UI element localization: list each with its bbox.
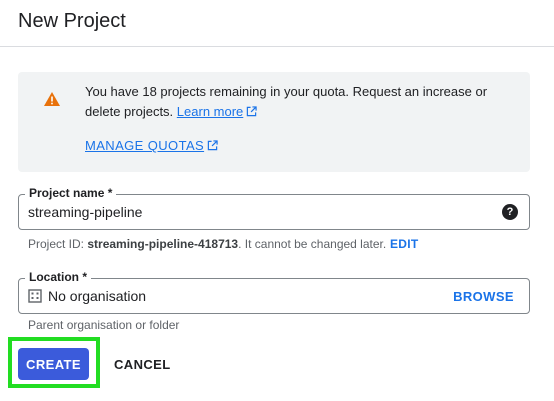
location-label: Location * xyxy=(25,270,92,284)
manage-quotas-label: MANAGE QUOTAS xyxy=(85,138,205,153)
project-name-label: Project name * xyxy=(25,186,117,200)
location-value: No organisation xyxy=(48,288,147,304)
warning-icon xyxy=(44,92,60,106)
dialog-title: New Project xyxy=(18,10,126,32)
learn-more-label: Learn more xyxy=(176,104,244,119)
project-id-prefix: Project ID: xyxy=(28,237,85,251)
edit-project-id-button[interactable]: EDIT xyxy=(390,237,419,251)
quota-alert: You have 18 projects remaining in your q… xyxy=(18,72,530,172)
location-field[interactable]: Location * No organisation BROWSE xyxy=(18,270,530,314)
organisation-icon xyxy=(28,289,42,303)
external-link-icon xyxy=(207,140,218,151)
help-icon[interactable]: ? xyxy=(502,204,518,220)
project-name-input[interactable]: streaming-pipeline xyxy=(28,204,142,220)
project-name-field[interactable]: Project name * streaming-pipeline ? xyxy=(18,186,530,230)
alert-message: You have 18 projects remaining in your q… xyxy=(85,84,488,119)
dialog-header: New Project xyxy=(0,0,554,47)
create-button[interactable]: CREATE xyxy=(18,348,89,380)
project-id-helper: Project ID: streaming-pipeline-418713. I… xyxy=(28,237,386,251)
location-helper: Parent organisation or folder xyxy=(28,318,180,332)
manage-quotas-link[interactable]: MANAGE QUOTAS xyxy=(85,136,218,156)
learn-more-link[interactable]: Learn more xyxy=(177,104,257,119)
external-link-icon xyxy=(247,106,257,117)
browse-button[interactable]: BROWSE xyxy=(453,289,514,305)
project-id-value: streaming-pipeline-418713 xyxy=(87,237,239,251)
cancel-button[interactable]: CANCEL xyxy=(104,348,181,380)
alert-message-block: You have 18 projects remaining in your q… xyxy=(85,82,505,122)
project-id-suffix: . It cannot be changed later. xyxy=(238,237,387,251)
